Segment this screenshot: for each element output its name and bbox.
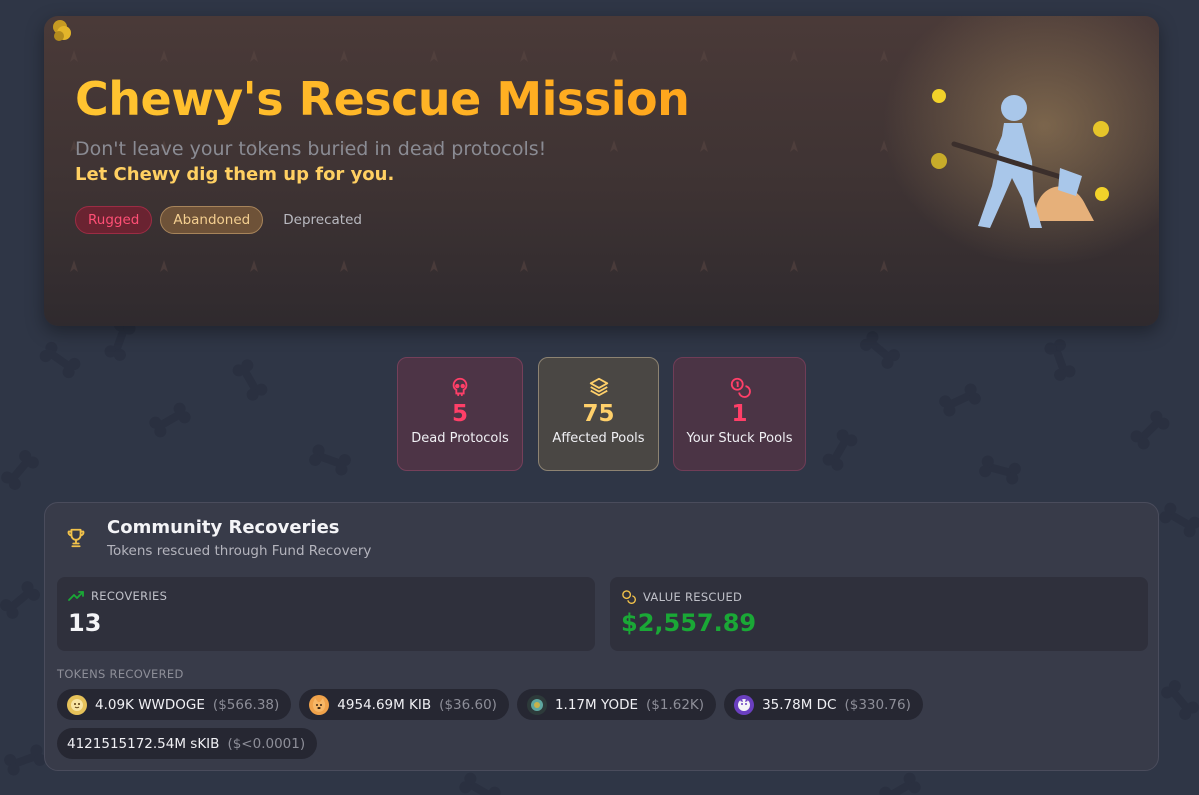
value-rescued-amount: $2,557.89 [621, 609, 757, 637]
digging-person-icon [931, 89, 1109, 228]
tokens-recovered-label: TOKENS RECOVERED [57, 667, 184, 681]
token-chip-list: 4.09K WWDOGE ($566.38) 4954.69M KIB ($36… [57, 689, 1147, 759]
token-usd: ($1.62K) [646, 696, 705, 713]
trending-up-icon [68, 591, 84, 601]
tag-rugged: Rugged [75, 206, 153, 234]
stat-value: 75 [582, 401, 615, 427]
coins-icon [622, 590, 636, 604]
doge-token-icon [67, 694, 87, 715]
token-amount: 4.09K WWDOGE [95, 696, 205, 713]
skull-icon [452, 377, 468, 397]
stat-label: Dead Protocols [411, 431, 509, 446]
stat-dead-protocols[interactable]: 5 Dead Protocols [397, 357, 523, 471]
hero-title: Chewy's Rescue Mission [75, 72, 690, 126]
token-chip[interactable]: 4121515172.54M sKIB ($<0.0001) [57, 728, 318, 759]
protocol-status-tags: Rugged Abandoned Deprecated [75, 206, 374, 234]
stat-value: 1 [731, 401, 748, 427]
tag-deprecated: Deprecated [283, 212, 362, 228]
trophy-icon [67, 528, 85, 548]
token-usd: ($566.38) [212, 696, 280, 713]
token-chip[interactable]: 4.09K WWDOGE ($566.38) [57, 689, 292, 720]
kib-token-icon [309, 694, 330, 715]
yode-token-icon [526, 694, 547, 715]
value-rescued-card: VALUE RESCUED $2,557.89 [610, 577, 1148, 651]
token-chip[interactable]: 4954.69M KIB ($36.60) [299, 689, 509, 720]
token-amount: 1.17M YODE [554, 696, 639, 713]
recoveries-card: RECOVERIES 13 [57, 577, 595, 651]
token-chip[interactable]: 1.17M YODE ($1.62K) [516, 689, 717, 720]
token-usd: ($<0.0001) [227, 735, 306, 752]
dc-token-icon [734, 694, 755, 715]
coins-icon [730, 377, 751, 398]
token-usd: ($330.76) [844, 696, 911, 713]
tag-abandoned: Abandoned [160, 206, 264, 234]
recoveries-value: 13 [68, 609, 102, 637]
token-chip[interactable]: 35.78M DC ($330.76) [724, 689, 923, 720]
community-recoveries-panel: Community Recoveries Tokens rescued thro… [44, 502, 1159, 771]
stat-your-stuck-pools[interactable]: 1 Your Stuck Pools [673, 357, 806, 471]
token-usd: ($36.60) [439, 696, 497, 713]
coins-logo-icon [53, 20, 71, 41]
panel-title: Community Recoveries [107, 517, 340, 538]
hero-banner: Chewy's Rescue Mission Don't leave your … [44, 16, 1159, 326]
stat-value: 5 [451, 401, 468, 427]
panel-subtitle: Tokens rescued through Fund Recovery [107, 543, 372, 559]
token-amount: 35.78M DC [762, 696, 837, 713]
recoveries-label: RECOVERIES [91, 589, 168, 603]
hero-subtitle: Don't leave your tokens buried in dead p… [75, 138, 547, 160]
stat-label: Affected Pools [552, 431, 645, 446]
hero-tagline: Let Chewy dig them up for you. [75, 164, 395, 185]
token-amount: 4954.69M KIB [337, 696, 432, 713]
stat-affected-pools[interactable]: 75 Affected Pools [538, 357, 659, 471]
layers-icon [589, 377, 608, 397]
token-amount: 4121515172.54M sKIB [67, 735, 220, 752]
value-rescued-label: VALUE RESCUED [643, 589, 743, 604]
stat-label: Your Stuck Pools [686, 431, 793, 446]
